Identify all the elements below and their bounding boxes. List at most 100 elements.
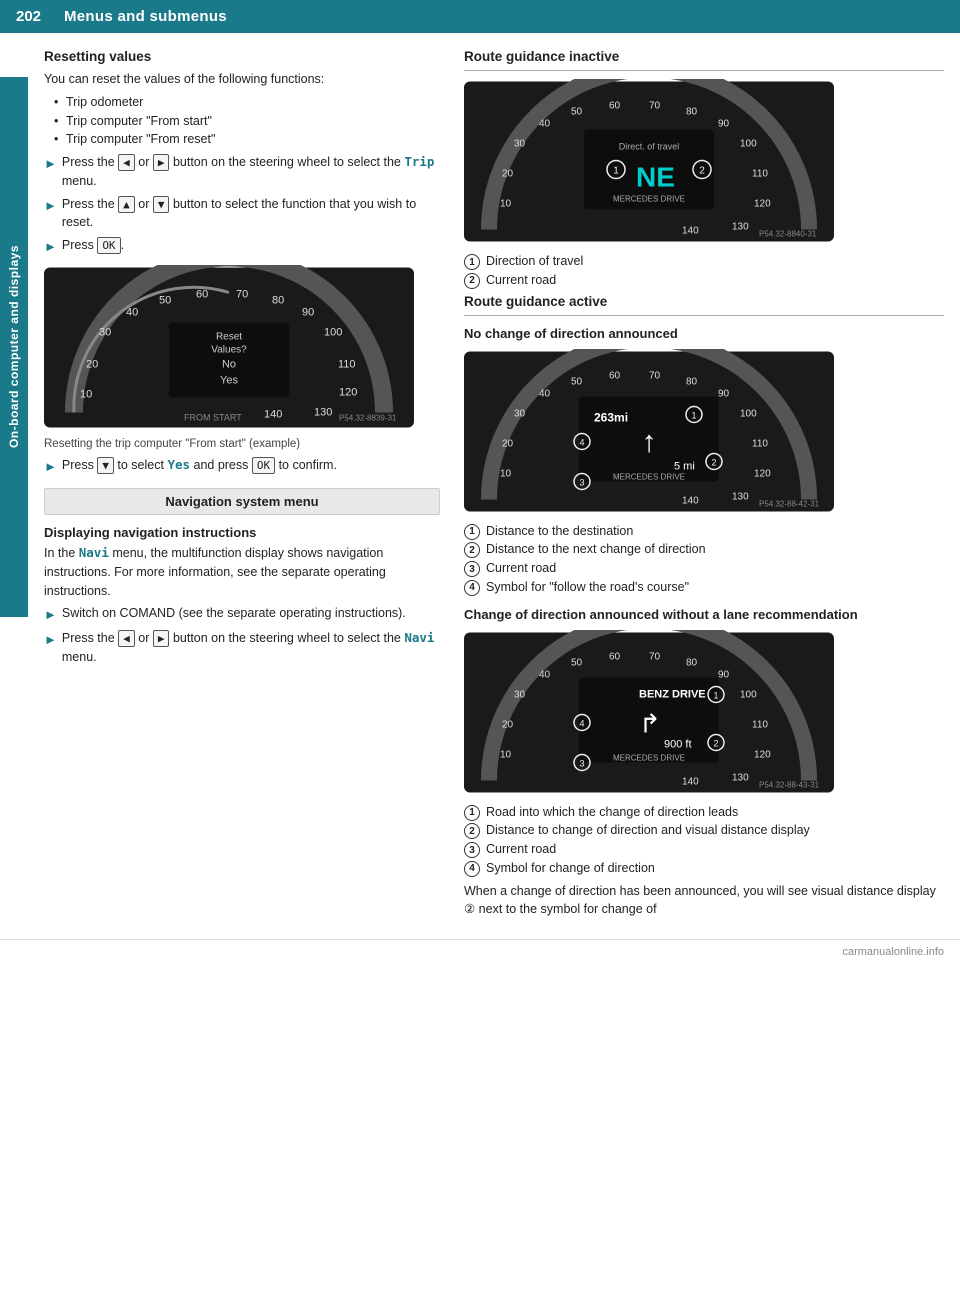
route-inactive-text-2: Current road [486, 271, 556, 290]
svg-text:4: 4 [579, 437, 584, 447]
confirm-instruction: ► Press ▼ to select Yes and press OK to … [44, 456, 440, 477]
change-text-1: Road into which the change of direction … [486, 803, 738, 822]
svg-text:20: 20 [502, 169, 514, 180]
svg-text:Direct. of travel: Direct. of travel [619, 142, 680, 152]
svg-text:130: 130 [314, 406, 332, 418]
svg-text:130: 130 [732, 222, 749, 233]
divider-1 [464, 70, 944, 71]
svg-text:↱: ↱ [639, 708, 661, 738]
svg-text:140: 140 [682, 776, 699, 787]
key-left-2: ◀ [118, 630, 135, 647]
svg-text:Yes: Yes [220, 374, 238, 386]
svg-text:100: 100 [324, 326, 342, 338]
svg-text:70: 70 [649, 370, 661, 381]
speedo-image-4: 20 30 40 50 60 70 80 90 100 110 120 130 … [464, 630, 834, 795]
change-text-2: Distance to change of direction and visu… [486, 821, 810, 840]
svg-text:Values?: Values? [211, 344, 247, 355]
svg-text:2: 2 [713, 738, 718, 748]
svg-text:70: 70 [649, 101, 661, 112]
circle-1: 1 [464, 254, 480, 270]
nav-instruction-1: ► Switch on COMAND (see the separate ope… [44, 604, 440, 625]
svg-text:40: 40 [539, 388, 551, 399]
resetting-values-section: Resetting values You can reset the value… [44, 49, 440, 476]
no-change-item-2: 2 Distance to the next change of directi… [464, 540, 944, 559]
speedo-image-1: 20 30 40 50 60 70 80 90 100 110 120 130 … [44, 265, 414, 430]
route-inactive-list: 1 Direction of travel 2 Current road [464, 252, 944, 290]
speedo-svg-1: 20 30 40 50 60 70 80 90 100 110 120 130 … [44, 265, 414, 430]
svg-text:MERCEDES DRIVE: MERCEDES DRIVE [613, 753, 685, 762]
change-circle-2: 2 [464, 823, 480, 839]
watermark: carmanualonline.info [0, 939, 960, 964]
yes-code: Yes [167, 457, 190, 472]
no-change-text-2: Distance to the next change of direction [486, 540, 706, 559]
svg-text:20: 20 [502, 438, 514, 449]
svg-text:10: 10 [500, 468, 512, 479]
svg-text:60: 60 [609, 370, 621, 381]
change-item-4: 4 Symbol for change of direction [464, 859, 944, 878]
svg-text:110: 110 [338, 358, 356, 370]
no-change-item-4: 4 Symbol for "follow the road's course" [464, 578, 944, 597]
svg-text:120: 120 [754, 199, 771, 210]
bullet-trip-odometer: Trip odometer [54, 93, 440, 112]
svg-text:50: 50 [571, 107, 583, 118]
bullet-trip-from-reset: Trip computer "From reset" [54, 130, 440, 149]
route-inactive-heading: Route guidance inactive [464, 49, 944, 64]
no-change-circle-3: 3 [464, 561, 480, 577]
svg-text:70: 70 [649, 651, 661, 662]
svg-text:2: 2 [711, 457, 716, 467]
svg-text:120: 120 [339, 386, 357, 398]
page-content: On-board computer and displays Resetting… [0, 33, 960, 931]
arrow-icon-2: ► [44, 196, 57, 216]
svg-text:120: 120 [754, 749, 771, 760]
svg-text:2: 2 [699, 166, 705, 177]
navi-code-2: Navi [404, 630, 434, 645]
no-change-circle-2: 2 [464, 542, 480, 558]
svg-text:80: 80 [686, 376, 698, 387]
svg-text:BENZ DRIVE: BENZ DRIVE [639, 688, 706, 700]
svg-text:90: 90 [718, 388, 730, 399]
svg-text:P54.32-8839-31: P54.32-8839-31 [339, 413, 397, 422]
side-tab: On-board computer and displays [0, 77, 28, 617]
right-column: Route guidance inactive 20 30 40 50 60 7… [456, 41, 960, 931]
svg-text:100: 100 [740, 408, 757, 419]
svg-text:NE: NE [636, 162, 675, 193]
route-inactive-item-1: 1 Direction of travel [464, 252, 944, 271]
instruction-2-text: Press the ▲ or ▼ button to select the fu… [62, 195, 440, 233]
key-right-1: ▶ [153, 154, 170, 171]
svg-text:110: 110 [752, 169, 768, 180]
change-direction-list: 1 Road into which the change of directio… [464, 803, 944, 878]
svg-text:120: 120 [754, 468, 771, 479]
change-item-2: 2 Distance to change of direction and vi… [464, 821, 944, 840]
svg-text:900 ft: 900 ft [664, 738, 692, 750]
no-change-circle-4: 4 [464, 580, 480, 596]
displaying-nav-heading: Displaying navigation instructions [44, 525, 440, 540]
no-change-heading: No change of direction announced [464, 326, 944, 341]
svg-text:130: 130 [732, 491, 749, 502]
svg-text:100: 100 [740, 139, 757, 150]
key-ok-2: OK [252, 457, 275, 474]
svg-text:140: 140 [682, 226, 699, 237]
speedo-svg-2: 20 30 40 50 60 70 80 90 100 110 120 130 … [464, 79, 834, 244]
key-down-1: ▼ [153, 196, 170, 213]
svg-text:60: 60 [609, 651, 621, 662]
no-change-text-3: Current road [486, 559, 556, 578]
svg-text:10: 10 [500, 749, 512, 760]
change-direction-section: Change of direction announced without a … [464, 607, 944, 920]
route-active-heading: Route guidance active [464, 294, 944, 309]
svg-text:3: 3 [579, 758, 584, 768]
nav-instruction-1-text: Switch on COMAND (see the separate opera… [62, 604, 406, 623]
svg-text:50: 50 [571, 657, 583, 668]
displaying-nav-intro: In the Navi menu, the multifunction disp… [44, 544, 440, 600]
resetting-intro: You can reset the values of the followin… [44, 70, 440, 89]
svg-text:3: 3 [579, 477, 584, 487]
trailing-text: When a change of direction has been anno… [464, 882, 944, 920]
svg-text:80: 80 [686, 107, 698, 118]
svg-text:MERCEDES DRIVE: MERCEDES DRIVE [613, 472, 685, 481]
svg-text:80: 80 [272, 294, 284, 306]
svg-text:20: 20 [86, 358, 98, 370]
route-active-section: Route guidance active No change of direc… [464, 294, 944, 597]
navi-code-1: Navi [79, 545, 109, 560]
page-title: Menus and submenus [64, 8, 227, 25]
no-change-item-1: 1 Distance to the destination [464, 522, 944, 541]
header-bar: 202 Menus and submenus [0, 0, 960, 33]
